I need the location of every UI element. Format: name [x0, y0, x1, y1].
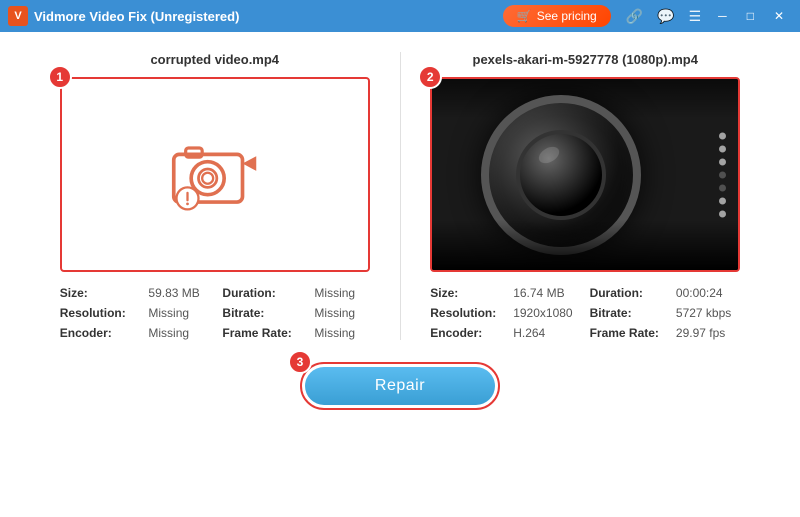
- right-video-panel: pexels-akari-m-5927778 (1080p).mp4 2: [401, 52, 771, 340]
- left-thumbnail-wrapper: 1: [60, 77, 370, 272]
- titlebar: V Vidmore Video Fix (Unregistered) 🛒 See…: [0, 0, 800, 32]
- repair-btn-outer: Repair: [300, 362, 500, 410]
- left-bitrate-label: Bitrate:: [222, 306, 306, 320]
- left-info-table: Size: 59.83 MB Duration: Missing Resolut…: [60, 286, 370, 340]
- left-video-title: corrupted video.mp4: [150, 52, 279, 67]
- left-size-value: 59.83 MB: [148, 286, 214, 300]
- chat-icon-btn[interactable]: 💬: [652, 6, 679, 27]
- left-badge: 1: [48, 65, 72, 89]
- repair-area: 3 Repair: [300, 362, 500, 410]
- close-button[interactable]: ✕: [766, 7, 792, 25]
- repair-wrapper: 3 Repair: [300, 362, 500, 410]
- link-icon-btn[interactable]: 🔗: [621, 6, 648, 27]
- right-duration-value: 00:00:24: [676, 286, 740, 300]
- titlebar-controls: 🔗 💬 ☰ ─ □ ✕: [621, 6, 792, 27]
- left-resolution-value: Missing: [148, 306, 214, 320]
- right-info-table: Size: 16.74 MB Duration: 00:00:24 Resolu…: [430, 286, 740, 340]
- cart-icon: 🛒: [517, 9, 532, 23]
- left-video-thumbnail[interactable]: [60, 77, 370, 272]
- camera-broken-svg: [160, 135, 270, 215]
- menu-icon-btn[interactable]: ☰: [684, 6, 707, 27]
- left-duration-label: Duration:: [222, 286, 306, 300]
- right-duration-label: Duration:: [590, 286, 668, 300]
- right-framerate-value: 29.97 fps: [676, 326, 740, 340]
- app-title: Vidmore Video Fix (Unregistered): [34, 9, 239, 24]
- right-size-label: Size:: [430, 286, 505, 300]
- main-content: corrupted video.mp4 1: [0, 32, 800, 517]
- left-framerate-label: Frame Rate:: [222, 326, 306, 340]
- left-bitrate-value: Missing: [314, 306, 369, 320]
- right-size-value: 16.74 MB: [513, 286, 581, 300]
- right-bitrate-label: Bitrate:: [590, 306, 668, 320]
- left-video-panel: corrupted video.mp4 1: [30, 52, 400, 340]
- right-thumbnail-wrapper: 2: [430, 77, 740, 272]
- right-bitrate-value: 5727 kbps: [676, 306, 740, 320]
- see-pricing-button[interactable]: 🛒 See pricing: [503, 5, 611, 27]
- left-encoder-value: Missing: [148, 326, 214, 340]
- left-size-label: Size:: [60, 286, 141, 300]
- lens-image: [432, 79, 738, 270]
- left-resolution-label: Resolution:: [60, 306, 141, 320]
- app-logo: V Vidmore Video Fix (Unregistered): [8, 6, 239, 26]
- right-video-title: pexels-akari-m-5927778 (1080p).mp4: [473, 52, 698, 67]
- repair-badge: 3: [288, 350, 312, 374]
- logo-icon: V: [8, 6, 28, 26]
- right-encoder-value: H.264: [513, 326, 581, 340]
- minimize-button[interactable]: ─: [710, 7, 735, 25]
- repair-button[interactable]: Repair: [305, 367, 495, 405]
- see-pricing-label: See pricing: [537, 9, 597, 23]
- right-resolution-label: Resolution:: [430, 306, 505, 320]
- right-resolution-value: 1920x1080: [513, 306, 581, 320]
- left-encoder-label: Encoder:: [60, 326, 141, 340]
- left-framerate-value: Missing: [314, 326, 369, 340]
- right-video-thumbnail[interactable]: [430, 77, 740, 272]
- dots-decoration: [719, 132, 726, 217]
- left-duration-value: Missing: [314, 286, 369, 300]
- maximize-button[interactable]: □: [739, 7, 762, 25]
- videos-row: corrupted video.mp4 1: [30, 52, 770, 340]
- right-framerate-label: Frame Rate:: [590, 326, 668, 340]
- right-encoder-label: Encoder:: [430, 326, 505, 340]
